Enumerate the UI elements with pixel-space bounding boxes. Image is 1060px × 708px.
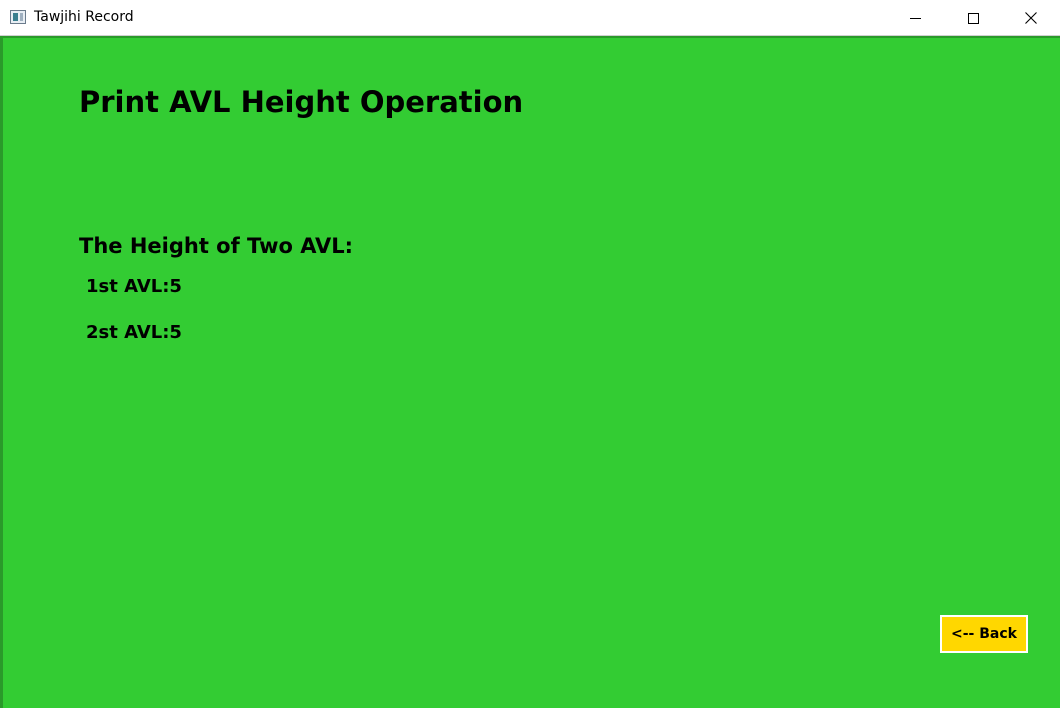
app-icon	[10, 10, 26, 24]
page-title: Print AVL Height Operation	[79, 85, 524, 119]
back-button[interactable]: <-- Back	[940, 615, 1028, 653]
minimize-button[interactable]	[886, 0, 944, 36]
avl-height-second: 2st AVL:5	[86, 322, 182, 343]
main-panel	[0, 36, 1060, 708]
minimize-icon	[909, 17, 921, 19]
window-title: Tawjihi Record	[34, 9, 134, 25]
maximize-icon	[967, 12, 979, 24]
avl-height-first: 1st AVL:5	[86, 276, 182, 297]
close-button[interactable]	[1002, 0, 1060, 36]
title-bar: Tawjihi Record	[0, 0, 1060, 36]
section-heading: The Height of Two AVL:	[79, 234, 354, 258]
maximize-button[interactable]	[944, 0, 1002, 36]
close-icon	[1025, 12, 1037, 24]
